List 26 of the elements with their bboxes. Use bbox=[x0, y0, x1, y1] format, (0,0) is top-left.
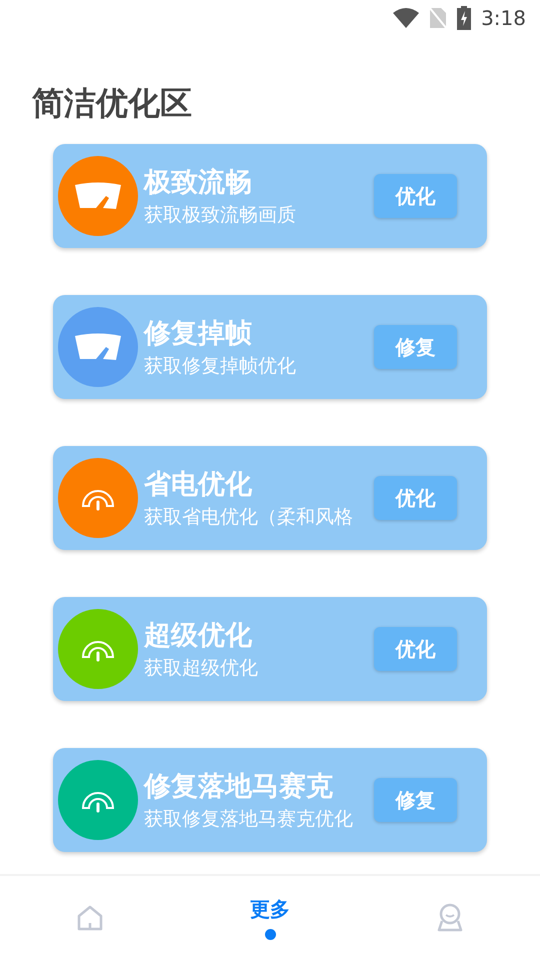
card-subtitle: 获取省电优化（柔和风格 bbox=[144, 505, 354, 530]
card-title: 省电优化 bbox=[144, 468, 253, 502]
action-button[interactable]: 优化 bbox=[374, 627, 457, 671]
gauge-icon bbox=[73, 181, 123, 211]
action-button[interactable]: 修复 bbox=[374, 778, 457, 822]
section-title: 简洁优化区 bbox=[32, 83, 193, 124]
card-title: 超级优化 bbox=[144, 619, 253, 653]
home-icon[interactable] bbox=[76, 904, 104, 932]
card-subtitle: 获取超级优化 bbox=[144, 656, 259, 681]
card-subtitle: 获取修复落地马赛克优化 bbox=[144, 807, 354, 832]
action-button[interactable]: 修复 bbox=[374, 325, 457, 369]
card-subtitle: 获取修复掉帧优化 bbox=[144, 354, 297, 379]
gauge-icon bbox=[73, 332, 123, 362]
profile-icon[interactable] bbox=[436, 903, 464, 933]
battery-charging-icon bbox=[457, 6, 472, 30]
action-button[interactable]: 优化 bbox=[374, 174, 457, 218]
clock-time: 3:18 bbox=[481, 6, 526, 30]
active-dot bbox=[264, 929, 276, 940]
card-title: 修复落地马赛克 bbox=[144, 770, 334, 804]
card-title: 极致流畅 bbox=[144, 166, 253, 200]
wifi-icon bbox=[393, 8, 420, 28]
card-subtitle: 获取极致流畅画质 bbox=[144, 203, 297, 228]
card-title: 修复掉帧 bbox=[144, 317, 253, 351]
tab-label[interactable]: 更多 bbox=[250, 896, 290, 923]
action-button[interactable]: 优化 bbox=[374, 476, 457, 520]
no-sim-icon bbox=[429, 7, 448, 29]
